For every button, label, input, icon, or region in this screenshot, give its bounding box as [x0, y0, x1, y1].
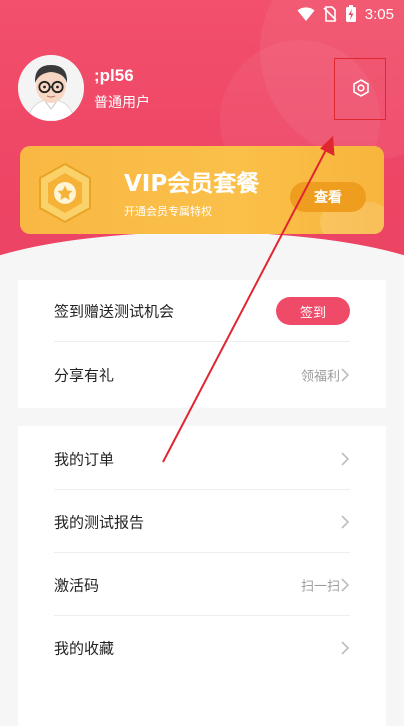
reports-label: 我的测试报告 [54, 513, 145, 532]
orders-label: 我的订单 [54, 450, 115, 469]
vip-subtitle: 开通会员专属特权 [124, 205, 212, 218]
menu-card-1: 签到赠送测试机会 签到 分享有礼 领福利 [18, 280, 386, 408]
activation-label: 激活码 [54, 576, 100, 595]
status-time: 3:05 [364, 5, 394, 23]
favorites-label: 我的收藏 [54, 639, 115, 658]
status-bar: 3:05 [0, 0, 404, 32]
divider [54, 615, 350, 616]
divider [54, 489, 350, 490]
chevron-right-icon [341, 578, 350, 592]
chevron-right-icon [341, 641, 350, 655]
menu-row-reports[interactable]: 我的测试报告 [18, 491, 386, 553]
chevron-right-icon [341, 368, 350, 382]
signin-button[interactable]: 签到 [276, 297, 350, 325]
menu-card-2: 我的订单 我的测试报告 激活码 扫一扫 我的收藏 [18, 426, 386, 726]
divider [54, 341, 350, 342]
menu-row-share[interactable]: 分享有礼 领福利 [18, 344, 386, 406]
vip-view-button[interactable]: 查看 [290, 182, 366, 212]
share-hint: 领福利 [300, 369, 340, 385]
menu-row-activation[interactable]: 激活码 扫一扫 [18, 554, 386, 616]
avatar[interactable] [18, 55, 84, 121]
battery-charging-icon [345, 5, 356, 22]
user-type: 普通用户 [94, 95, 150, 111]
share-label: 分享有礼 [54, 366, 115, 385]
vip-title: VIP会员套餐 [124, 171, 260, 197]
vip-card[interactable]: VIP会员套餐 开通会员专属特权 查看 [20, 146, 384, 234]
settings-hex-icon[interactable] [351, 78, 371, 98]
activation-hint: 扫一扫 [300, 579, 340, 595]
chevron-right-icon [341, 452, 350, 466]
menu-row-favorites[interactable]: 我的收藏 [18, 617, 386, 679]
sim-off-icon [323, 6, 337, 22]
wifi-icon [297, 7, 315, 21]
menu-row-orders[interactable]: 我的订单 [18, 428, 386, 490]
star-medal-icon [39, 162, 91, 224]
menu-row-signin: 签到赠送测试机会 签到 [18, 280, 386, 342]
chevron-right-icon [341, 515, 350, 529]
username: ;pl56 [94, 66, 134, 85]
divider [54, 552, 350, 553]
signin-label: 签到赠送测试机会 [54, 302, 175, 321]
